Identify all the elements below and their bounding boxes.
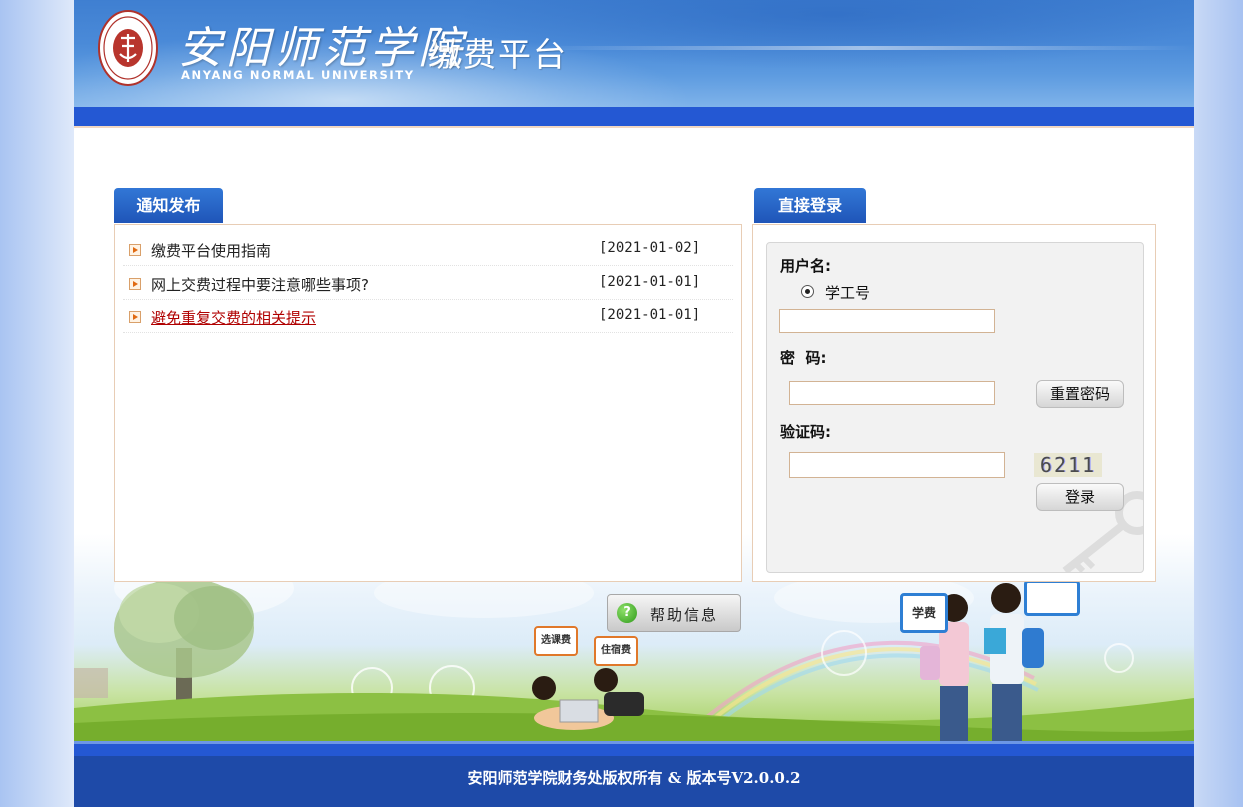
captcha-label: 验证码: xyxy=(780,423,831,441)
arrow-bullet-icon xyxy=(129,278,141,290)
password-input[interactable] xyxy=(789,381,995,405)
captcha-image[interactable]: 6211 xyxy=(1034,453,1102,477)
notice-panel: 缴费平台使用指南 [2021-01-02] 网上交费过程中要注意哪些事项? [2… xyxy=(114,224,742,582)
notice-date: [2021-01-02] xyxy=(599,240,701,256)
header-banner: 安阳师范学院 ANYANG NORMAL UNIVERSITY 缴费平台 xyxy=(74,0,1194,107)
list-item[interactable]: 缴费平台使用指南 [2021-01-02] xyxy=(115,233,741,266)
footer-divider-bar xyxy=(74,744,1194,756)
list-item[interactable]: 避免重复交费的相关提示 [2021-01-01] xyxy=(115,300,741,333)
school-name-cn: 安阳师范学院 xyxy=(178,23,466,74)
reset-password-button[interactable]: 重置密码 xyxy=(1036,380,1124,408)
captcha-input[interactable] xyxy=(789,452,1005,478)
tab-notice[interactable]: 通知发布 xyxy=(114,188,223,223)
notice-title[interactable]: 避免重复交费的相关提示 xyxy=(151,307,316,328)
login-panel: 用户名: 学工号 密 码: 重置密码 验证码: 6211 登录 xyxy=(752,224,1156,582)
radio-label[interactable]: 学工号 xyxy=(825,282,870,303)
footer: 安阳师范学院财务处版权所有 & 版本号V2.0.0.2 xyxy=(74,756,1194,807)
bubble-xuankefei: 选课费 xyxy=(534,626,578,656)
list-item[interactable]: 网上交费过程中要注意哪些事项? [2021-01-01] xyxy=(115,267,741,300)
login-button[interactable]: 登录 xyxy=(1036,483,1124,511)
notice-title[interactable]: 缴费平台使用指南 xyxy=(151,240,271,261)
copyright-text: 安阳师范学院财务处版权所有 & 版本号V2.0.0.2 xyxy=(467,769,801,787)
platform-title: 缴费平台 xyxy=(428,35,568,74)
school-name-en: ANYANG NORMAL UNIVERSITY xyxy=(181,68,415,82)
notice-title[interactable]: 网上交费过程中要注意哪些事项? xyxy=(151,274,369,295)
help-info-button[interactable]: ? 帮助信息 xyxy=(607,594,741,632)
university-seal-logo xyxy=(98,10,158,86)
username-input[interactable] xyxy=(779,309,995,333)
question-icon: ? xyxy=(617,603,637,623)
bubble-zhusufei: 住宿费 xyxy=(594,636,638,666)
radio-student-id[interactable] xyxy=(801,285,814,298)
tab-login[interactable]: 直接登录 xyxy=(754,188,866,223)
login-form: 用户名: 学工号 密 码: 重置密码 验证码: 6211 登录 xyxy=(766,242,1144,573)
page-frame: 安阳师范学院 ANYANG NORMAL UNIVERSITY 缴费平台 选课费… xyxy=(74,0,1194,807)
notice-date: [2021-01-01] xyxy=(599,307,701,323)
help-button-label: 帮助信息 xyxy=(650,606,719,624)
notice-date: [2021-01-01] xyxy=(599,274,701,290)
header-divider-bar xyxy=(74,107,1194,126)
password-label: 密 码: xyxy=(780,349,827,367)
arrow-bullet-icon xyxy=(129,244,141,256)
arrow-bullet-icon xyxy=(129,311,141,323)
bubble-xuefei: 学费 xyxy=(900,593,948,633)
username-label: 用户名: xyxy=(780,257,831,275)
